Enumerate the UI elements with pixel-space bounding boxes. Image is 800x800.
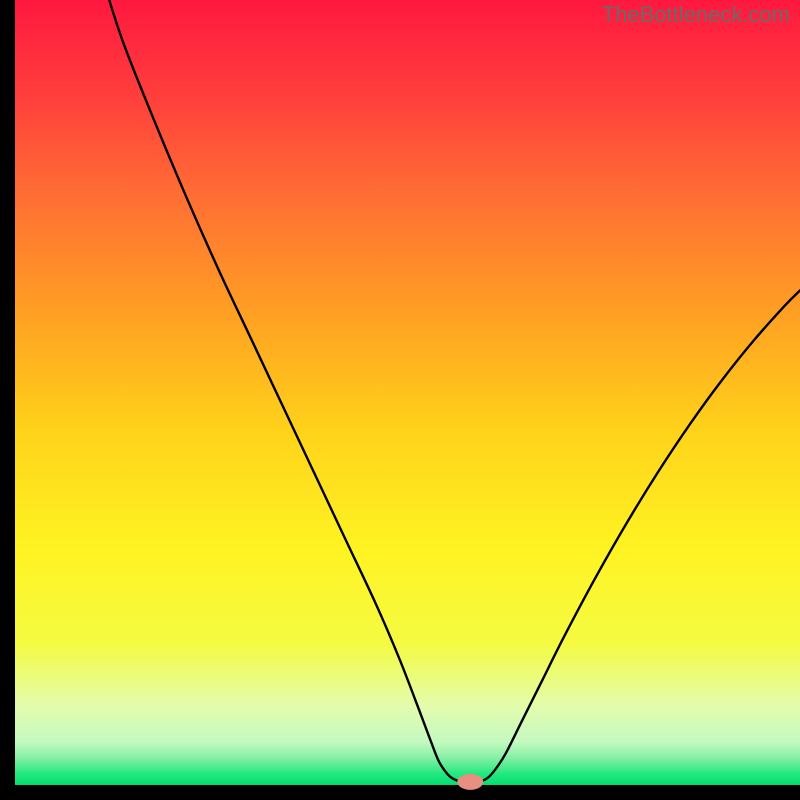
bottom-axis-border — [0, 785, 800, 800]
left-axis-border — [0, 0, 15, 800]
gradient-background — [15, 0, 800, 785]
chart-svg — [0, 0, 800, 800]
optimal-point-marker — [457, 774, 483, 790]
watermark-text: TheBottleneck.com — [602, 2, 790, 28]
bottleneck-chart: TheBottleneck.com — [0, 0, 800, 800]
